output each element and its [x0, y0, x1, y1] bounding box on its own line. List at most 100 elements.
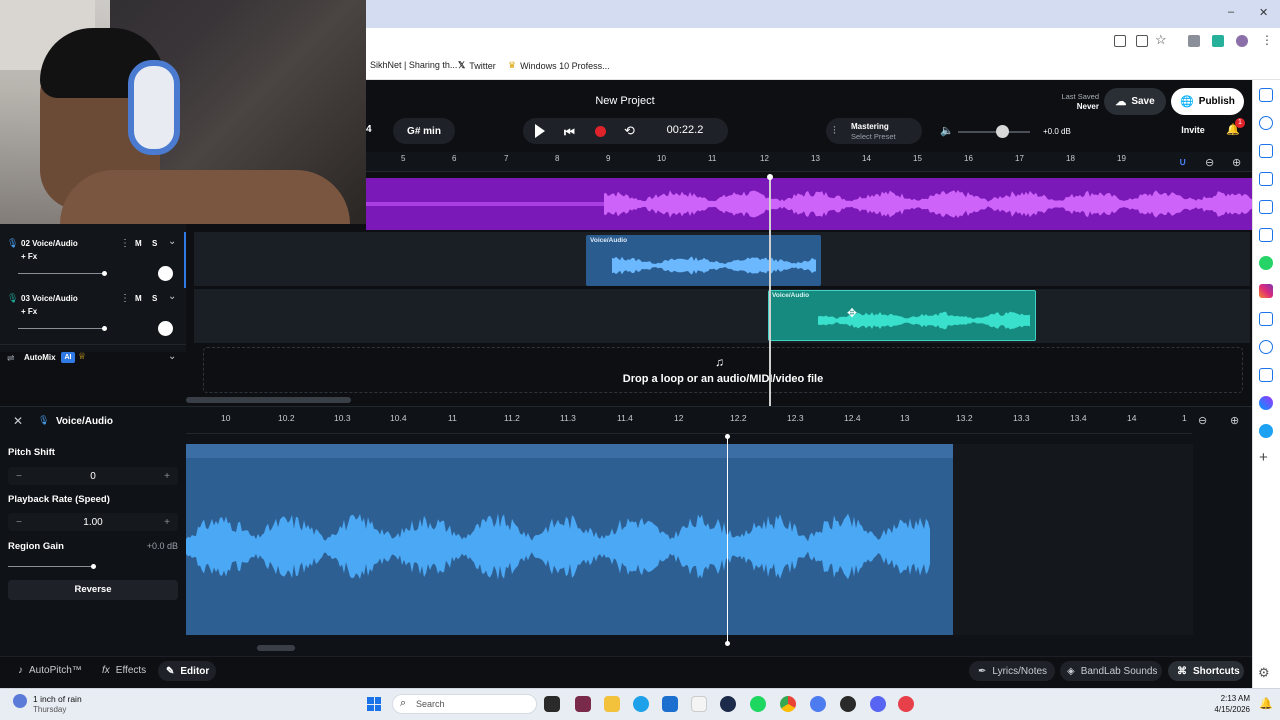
drop-zone[interactable] [203, 347, 1243, 393]
zoom-out-icon[interactable]: ⊖ [1205, 156, 1214, 169]
spotify-icon[interactable] [750, 696, 766, 712]
add-fx-button[interactable]: + Fx [21, 252, 37, 261]
rewind-icon[interactable]: ⏮ [564, 125, 575, 140]
editor-tab[interactable]: ✎ Editor [158, 661, 216, 681]
translate-icon[interactable] [1259, 368, 1273, 382]
weather-text[interactable]: 1 inch of rain [33, 694, 82, 704]
solo-button[interactable]: S [152, 239, 157, 248]
invite-button[interactable]: Invite [1170, 118, 1216, 144]
master-volume-thumb[interactable] [996, 125, 1009, 138]
automix-label[interactable]: AutoMix [24, 353, 56, 362]
zoom-in-icon[interactable]: ⊕ [1232, 156, 1241, 169]
region-gain-slider[interactable] [8, 566, 94, 567]
bookmark-twitter[interactable]: 𝕏 Twitter [458, 60, 496, 71]
mute-button[interactable]: M [135, 294, 142, 303]
playback-rate-stepper[interactable]: − 1.00 + [8, 513, 178, 531]
reverse-button[interactable]: Reverse [8, 580, 178, 600]
plus-icon[interactable]: + [164, 517, 170, 528]
screenshot-icon[interactable] [1136, 35, 1148, 47]
taskbar-app-icon[interactable] [575, 696, 591, 712]
extension-grammarly-icon[interactable] [1212, 35, 1224, 47]
taskbar-search[interactable] [392, 694, 537, 714]
notifications-icon[interactable]: 🔔 [1259, 697, 1273, 710]
track-volume-slider[interactable] [18, 273, 104, 274]
horizontal-scrollbar[interactable] [186, 397, 351, 403]
playback-rate-value[interactable]: 1.00 [83, 517, 102, 528]
add-fx-button[interactable]: + Fx [21, 307, 37, 316]
whatsapp-icon[interactable] [1259, 256, 1273, 270]
sidebar-app-icon[interactable] [1259, 424, 1273, 438]
snap-magnet-icon[interactable]: ∪ [1179, 157, 1186, 168]
record-icon[interactable] [595, 126, 606, 137]
playhead-handle[interactable] [767, 174, 773, 180]
taskbar-app-icon[interactable] [810, 696, 826, 712]
region-gain-thumb[interactable] [91, 564, 96, 569]
bookmark-star-icon[interactable]: ☆ [1155, 32, 1167, 48]
shortcuts-button[interactable]: ⌘ Shortcuts [1168, 661, 1244, 681]
bookmark-sikhnet[interactable]: SikhNet | Sharing th... [370, 60, 457, 70]
master-volume-slider[interactable] [958, 131, 1030, 133]
volume-icon[interactable]: 🔈 [940, 124, 954, 137]
pan-knob[interactable] [158, 266, 173, 281]
plus-icon[interactable]: + [164, 471, 170, 482]
chart-icon[interactable] [1259, 312, 1273, 326]
bookmark-panel-icon[interactable] [1259, 88, 1273, 102]
minus-icon[interactable]: − [16, 517, 22, 528]
loop-icon[interactable]: ⟲ [624, 123, 635, 139]
profile-avatar[interactable] [1236, 35, 1248, 47]
zoom-in-icon[interactable]: ⊕ [1230, 414, 1239, 427]
pitch-shift-value[interactable]: 0 [90, 471, 96, 482]
messenger-icon[interactable] [1259, 396, 1273, 410]
instagram-icon[interactable] [1259, 284, 1273, 298]
track-menu-icon[interactable]: ⋮ [120, 238, 130, 249]
editor-playhead-handle[interactable] [725, 434, 730, 439]
notification-app-icon[interactable] [1259, 340, 1273, 354]
windows-start-icon[interactable] [367, 697, 381, 711]
chrome-icon[interactable] [780, 696, 796, 712]
save-button[interactable]: ☁ Save [1104, 88, 1166, 115]
pan-knob[interactable] [158, 321, 173, 336]
minus-icon[interactable]: − [16, 471, 22, 482]
track-volume-slider[interactable] [18, 328, 104, 329]
bandlab-sounds-button[interactable]: ◈ BandLab Sounds [1060, 661, 1162, 681]
track-02-name[interactable]: 02 Voice/Audio [21, 239, 78, 248]
taskbar-app-icon[interactable] [720, 696, 736, 712]
close-icon[interactable]: ✕ [13, 414, 23, 428]
sidebar-app-icon[interactable] [1259, 116, 1273, 130]
zoom-out-icon[interactable]: ⊖ [1198, 414, 1207, 427]
edge-icon[interactable] [633, 696, 649, 712]
solo-button[interactable]: S [152, 294, 157, 303]
key-selector[interactable]: G# min [393, 118, 455, 144]
track-volume-thumb[interactable] [102, 326, 107, 331]
browser-menu-icon[interactable]: ⋮ [1261, 33, 1273, 47]
chevron-down-icon[interactable]: ⌄ [168, 236, 176, 247]
clock-date[interactable]: 4/15/2026 [1200, 705, 1250, 714]
sidebar-app-icon[interactable] [1259, 144, 1273, 158]
bookmark-windows10[interactable]: ♛ Windows 10 Profess... [508, 60, 610, 71]
track-03-lane[interactable] [194, 289, 1250, 343]
playhead[interactable] [769, 178, 771, 406]
chevron-down-icon[interactable]: ⌄ [168, 291, 176, 302]
reading-mode-icon[interactable] [1114, 35, 1126, 47]
effects-tab[interactable]: fx Effects [102, 665, 146, 676]
minimize-button[interactable]: – [1228, 6, 1234, 18]
track-volume-thumb[interactable] [102, 271, 107, 276]
add-app-icon[interactable]: + [1259, 449, 1268, 466]
lyrics-notes-button[interactable]: ✒ Lyrics/Notes [969, 661, 1055, 681]
mute-button[interactable]: M [135, 239, 142, 248]
time-signature[interactable]: 4 [366, 124, 372, 135]
editor-region-header[interactable] [186, 444, 953, 458]
sidebar-app-icon[interactable] [1259, 200, 1273, 214]
discord-icon[interactable] [870, 696, 886, 712]
track-03-name[interactable]: 03 Voice/Audio [21, 294, 78, 303]
taskbar-app-icon[interactable] [691, 696, 707, 712]
project-title[interactable]: New Project [560, 95, 690, 107]
store-icon[interactable] [662, 696, 678, 712]
chevron-down-icon[interactable]: ⌄ [168, 351, 176, 362]
taskbar-app-icon[interactable] [840, 696, 856, 712]
taskbar-app-icon[interactable] [898, 696, 914, 712]
editor-playhead[interactable] [727, 436, 728, 644]
play-icon[interactable] [535, 124, 545, 138]
settings-gear-icon[interactable]: ⚙ [1258, 665, 1270, 681]
pitch-shift-stepper[interactable]: − 0 + [8, 467, 178, 485]
